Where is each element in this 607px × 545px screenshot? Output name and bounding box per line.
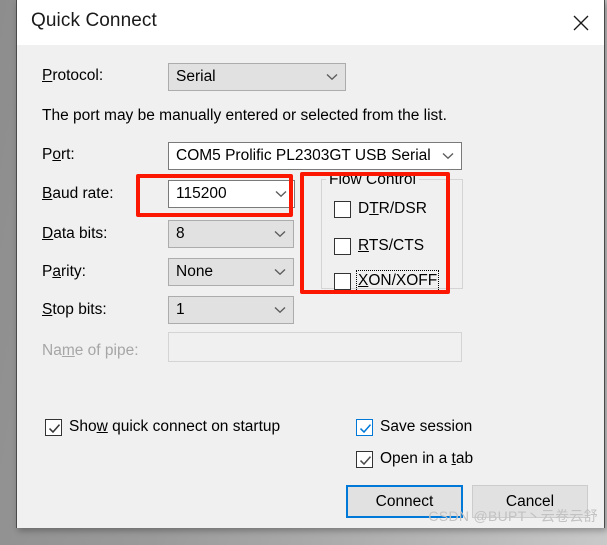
- checkbox-label: XON/XOFF: [355, 270, 440, 292]
- protocol-label: Protocol:: [42, 67, 104, 84]
- checkbox-dtr-dsr[interactable]: DTR/DSR: [334, 200, 427, 218]
- checkbox-label: Open in a tab: [380, 450, 474, 467]
- stop-bits-label: Stop bits:: [42, 301, 107, 318]
- checkbox-label: Show quick connect on startup: [69, 418, 281, 435]
- protocol-select[interactable]: Serial: [168, 63, 346, 91]
- checkbox-box: [45, 418, 62, 436]
- checkbox-box: [334, 272, 351, 290]
- dialog-body: Protocol: Serial The port may be manuall…: [17, 45, 604, 528]
- checkbox-label: Save session: [380, 418, 473, 435]
- baud-rate-label: Baud rate:: [42, 185, 114, 202]
- close-icon[interactable]: [558, 0, 604, 45]
- checkbox-box: [356, 450, 373, 468]
- name-of-pipe-input: [168, 332, 462, 362]
- port-hint-text: The port may be manually entered or sele…: [42, 107, 447, 124]
- checkbox-label: RTS/CTS: [358, 237, 425, 254]
- baud-rate-combobox[interactable]: 115200: [168, 180, 295, 208]
- chevron-down-icon: [267, 268, 293, 276]
- chevron-down-icon: [267, 230, 293, 238]
- chevron-down-icon: [435, 152, 461, 160]
- title-bar: Quick Connect: [17, 0, 604, 45]
- data-bits-label: Data bits:: [42, 225, 108, 242]
- port-combobox[interactable]: COM5 Prolific PL2303GT USB Serial C: [168, 142, 462, 170]
- stop-bits-select[interactable]: 1: [168, 296, 294, 324]
- checkbox-xon-xoff[interactable]: XON/XOFF: [334, 270, 440, 292]
- flow-control-group-title: Flow Control: [326, 171, 419, 189]
- chevron-down-icon: [267, 306, 293, 314]
- watermark-text: CSDN @BUPT丶云卷云舒: [428, 508, 598, 524]
- checkbox-show-quick-connect-on-startup[interactable]: Show quick connect on startup: [45, 418, 280, 436]
- data-bits-select[interactable]: 8: [168, 220, 294, 248]
- checkbox-rts-cts[interactable]: RTS/CTS: [334, 237, 424, 255]
- checkbox-box: [334, 237, 351, 255]
- quick-connect-dialog: Quick Connect Protocol: Serial The port …: [16, 0, 605, 528]
- window-title: Quick Connect: [31, 10, 157, 31]
- chevron-down-icon: [268, 190, 294, 198]
- checkbox-box: [334, 200, 351, 218]
- checkbox-open-in-a-tab[interactable]: Open in a tab: [356, 450, 473, 468]
- parity-select[interactable]: None: [168, 258, 294, 286]
- port-label: Port:: [42, 146, 75, 163]
- checkbox-box: [356, 418, 373, 436]
- name-of-pipe-label: Name of pipe:: [42, 342, 139, 359]
- checkbox-label: DTR/DSR: [358, 200, 427, 217]
- parity-label: Parity:: [42, 263, 86, 280]
- checkbox-save-session[interactable]: Save session: [356, 418, 472, 436]
- chevron-down-icon: [319, 73, 345, 81]
